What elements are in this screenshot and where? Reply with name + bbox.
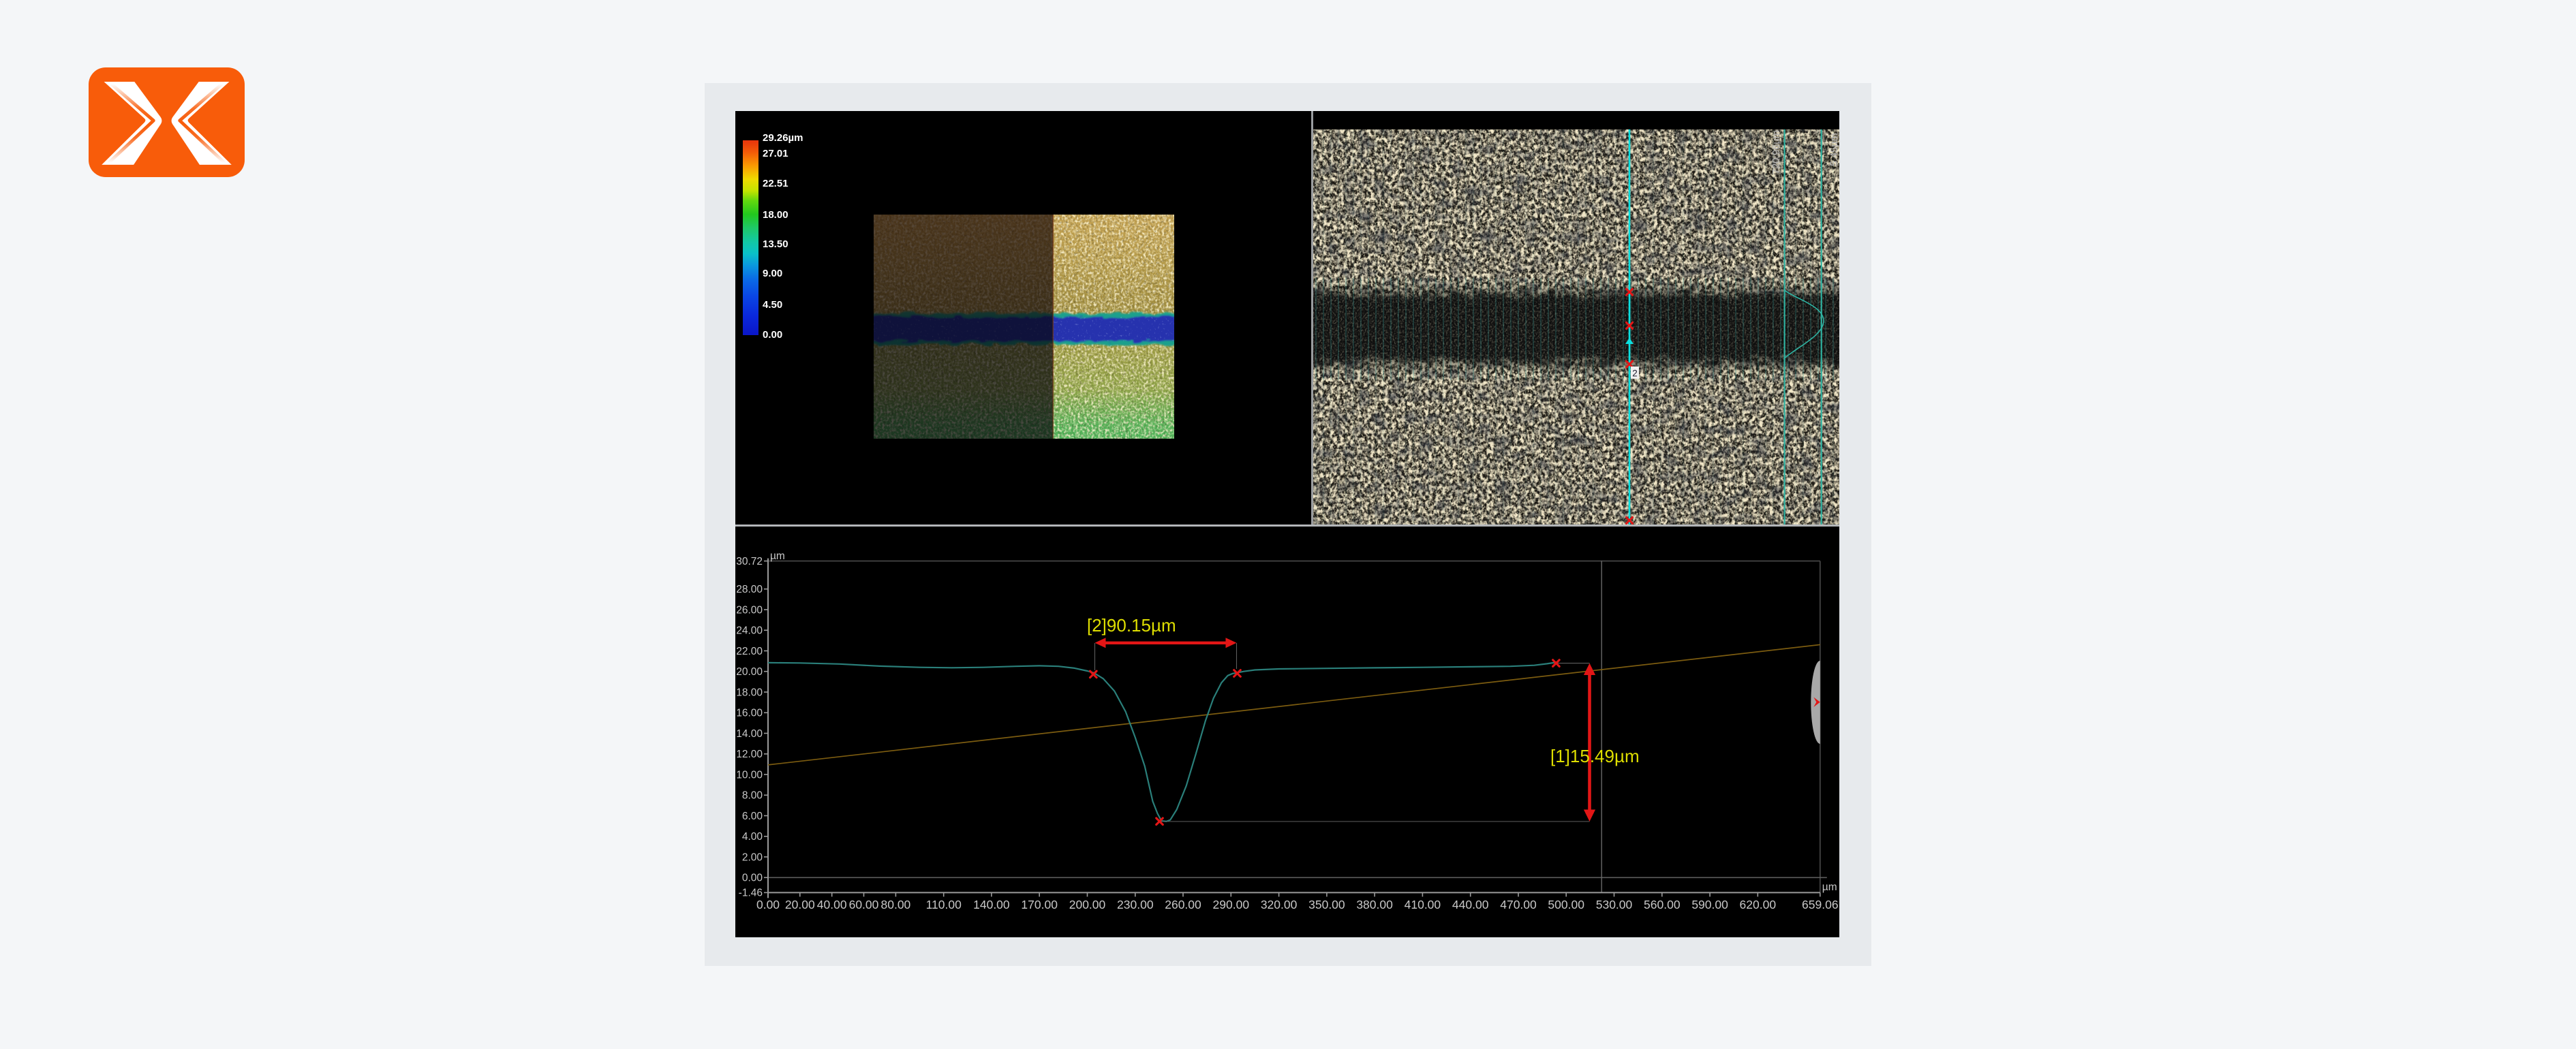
svg-text:200.00: 200.00 (1069, 898, 1106, 911)
svg-text:440.00: 440.00 (1452, 898, 1489, 911)
svg-text:590.00: 590.00 (1691, 898, 1728, 911)
svg-text:µm: µm (770, 550, 785, 562)
svg-text:26.00: 26.00 (736, 604, 763, 616)
svg-text:40.00: 40.00 (817, 898, 847, 911)
svg-text:14.00: 14.00 (736, 728, 763, 740)
svg-text:60.00: 60.00 (849, 898, 879, 911)
svg-text:659.06: 659.06 (1802, 898, 1839, 911)
svg-text:24.00: 24.00 (736, 625, 763, 637)
svg-text:320.00: 320.00 (1261, 898, 1298, 911)
svg-text:22.00: 22.00 (736, 646, 763, 657)
svg-text:18.00: 18.00 (736, 687, 763, 698)
svg-text:260.00: 260.00 (1165, 898, 1201, 911)
svg-text:20.00: 20.00 (736, 666, 763, 678)
svg-text:2: 2 (1632, 369, 1638, 379)
svg-text:720.96µm: 720.96µm (1771, 130, 1782, 174)
svg-text:140.00: 140.00 (973, 898, 1010, 911)
svg-text:0.00: 0.00 (756, 898, 780, 911)
svg-text:[2]90.15µm: [2]90.15µm (1087, 615, 1176, 636)
svg-text:[1]15.49µm: [1]15.49µm (1550, 746, 1640, 766)
svg-text:350.00: 350.00 (1308, 898, 1345, 911)
svg-text:28.00: 28.00 (736, 584, 763, 595)
svg-text:4.00: 4.00 (742, 831, 763, 843)
svg-text:12.00: 12.00 (736, 749, 763, 760)
svg-text:290.00: 290.00 (1213, 898, 1250, 911)
svg-text:6.00: 6.00 (742, 811, 763, 822)
svg-text:110.00: 110.00 (926, 898, 962, 911)
svg-text:530.00: 530.00 (1596, 898, 1633, 911)
svg-text:80.00: 80.00 (881, 898, 911, 911)
svg-text:5.45µm: 5.45µm (1829, 133, 1839, 166)
svg-text:170.00: 170.00 (1021, 898, 1058, 911)
svg-text:380.00: 380.00 (1356, 898, 1393, 911)
svg-text:20.00: 20.00 (785, 898, 815, 911)
svg-text:470.00: 470.00 (1500, 898, 1537, 911)
svg-text:8.00: 8.00 (742, 790, 763, 802)
svg-text:0.00: 0.00 (742, 873, 763, 884)
svg-text:µm: µm (1822, 881, 1837, 893)
svg-text:230.00: 230.00 (1117, 898, 1154, 911)
svg-text:500.00: 500.00 (1548, 898, 1584, 911)
svg-text:560.00: 560.00 (1644, 898, 1681, 911)
svg-text:2.00: 2.00 (742, 851, 763, 863)
svg-text:410.00: 410.00 (1405, 898, 1441, 911)
svg-text:10.00: 10.00 (736, 769, 763, 781)
svg-text:16.00: 16.00 (736, 708, 763, 719)
svg-text:620.00: 620.00 (1740, 898, 1777, 911)
svg-text:30.72: 30.72 (736, 556, 763, 567)
